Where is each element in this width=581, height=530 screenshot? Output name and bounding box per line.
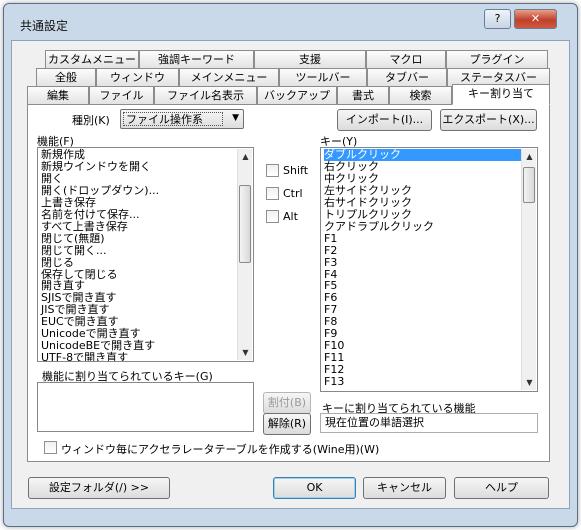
tab-search[interactable]: 検索 — [389, 86, 452, 104]
tab-format[interactable]: 書式 — [337, 86, 389, 104]
scroll-up-icon[interactable]: ▲ — [522, 149, 537, 164]
tab-edit[interactable]: 編集 — [27, 86, 89, 104]
key-function-field: 現在位置の単語選択 — [320, 413, 538, 433]
import-button[interactable]: インポート(I)... — [337, 109, 432, 131]
type-select-value: ファイル操作系 — [123, 112, 223, 126]
list-item[interactable]: F13 — [324, 376, 534, 388]
tab-key-assignment[interactable]: キー割り当て — [452, 84, 550, 105]
chevron-down-icon: ▼ — [232, 113, 239, 123]
list-item[interactable]: 新規ウインドウを開く — [41, 161, 250, 173]
list-item[interactable]: F9 — [324, 328, 534, 340]
list-item[interactable]: F2 — [324, 244, 534, 257]
key-list[interactable]: ダブルクリック 右クリック 中クリック 左サイドクリック 右サイドクリック トリプルクリッ… — [320, 147, 538, 392]
ctrl-checkbox[interactable] — [266, 187, 279, 200]
tab-general[interactable]: 全般 — [36, 68, 96, 86]
list-item[interactable]: クアドラプルクリック — [324, 220, 534, 233]
key-list-scrollbar[interactable]: ▲ ▼ — [521, 149, 536, 390]
tab-file[interactable]: ファイル — [89, 86, 154, 104]
list-item[interactable]: F1 — [324, 232, 534, 245]
key-list-items: ダブルクリック 右クリック 中クリック 左サイドクリック 右サイドクリック トリプルクリッ… — [321, 148, 537, 389]
list-item[interactable]: F4 — [324, 268, 534, 281]
tab-highlight-keywords[interactable]: 強調キーワード — [139, 50, 254, 68]
scroll-up-icon[interactable]: ▲ — [238, 149, 253, 164]
window-title: 共通設定 — [20, 19, 69, 33]
list-item[interactable]: F3 — [324, 256, 534, 269]
list-item[interactable]: F11 — [324, 352, 534, 364]
list-item[interactable]: F5 — [324, 280, 534, 292]
assigned-keys-list[interactable] — [37, 382, 254, 432]
list-item[interactable]: 上書き保存 — [41, 196, 250, 209]
scroll-thumb[interactable] — [239, 185, 251, 263]
tab-custom-menu[interactable]: カスタムメニュー — [45, 50, 139, 68]
export-button[interactable]: エクスポート(X)... — [440, 109, 537, 131]
accel-table-label: ウィンドウ毎にアクセラレータテーブルを作成する(Wine用)(W) — [61, 443, 380, 456]
scroll-thumb[interactable] — [523, 167, 535, 203]
tab-main-menu[interactable]: メインメニュー — [179, 68, 279, 86]
scroll-down-icon[interactable]: ▼ — [522, 375, 537, 390]
list-item[interactable]: F6 — [324, 292, 534, 304]
settings-folder-button[interactable]: 設定フォルダ(/) >> — [28, 477, 170, 499]
tab-macro[interactable]: マクロ — [366, 50, 446, 68]
help-button[interactable]: ヘルプ — [454, 477, 549, 499]
tab-tabbar[interactable]: タブバー — [367, 68, 447, 86]
list-item[interactable]: 閉じる — [41, 256, 250, 269]
tab-backup[interactable]: バックアップ — [257, 86, 337, 104]
shift-checkbox[interactable] — [266, 164, 279, 177]
close-icon: ✕ — [530, 12, 541, 25]
list-item[interactable]: F8 — [324, 316, 534, 328]
tab-toolbar[interactable]: ツールバー — [279, 68, 367, 86]
ok-button[interactable]: OK — [273, 477, 356, 499]
list-item[interactable]: 名前を付けて保存... — [41, 208, 250, 221]
tab-window[interactable]: ウィンドウ — [96, 68, 179, 86]
list-item[interactable]: トリプルクリック — [324, 208, 534, 221]
ctrl-label: Ctrl — [283, 187, 303, 200]
list-item[interactable]: 右サイドクリック — [324, 196, 534, 209]
list-item[interactable]: F7 — [324, 304, 534, 316]
scroll-down-icon[interactable]: ▼ — [238, 345, 253, 360]
function-list-items: 新規作成 新規ウインドウを開く 開く 開く(ドロップダウン)... 上書き保存 名前を付け… — [38, 148, 253, 361]
type-label: 種別(K) — [72, 114, 110, 127]
list-item[interactable]: F10 — [324, 340, 534, 352]
list-item[interactable]: UTF-8で開き直す — [41, 352, 250, 361]
cancel-button[interactable]: キャンセル — [363, 477, 446, 499]
list-item[interactable]: 閉じて開く... — [41, 244, 250, 257]
tab-filename-display[interactable]: ファイル名表示 — [154, 86, 257, 104]
help-title-button[interactable]: ? — [484, 9, 511, 29]
list-item[interactable]: すべて上書き保存 — [41, 220, 250, 233]
type-select[interactable]: ファイル操作系 ▼ — [120, 109, 244, 129]
tab-support[interactable]: 支援 — [254, 50, 366, 68]
assign-button[interactable]: 割付(B) — [263, 392, 311, 414]
list-item[interactable]: F12 — [324, 364, 534, 376]
function-list-scrollbar[interactable]: ▲ ▼ — [237, 149, 252, 360]
shift-label: Shift — [283, 164, 309, 177]
release-button[interactable]: 解除(R) — [263, 413, 311, 435]
accel-table-checkbox[interactable] — [44, 441, 57, 454]
alt-checkbox[interactable] — [266, 210, 279, 223]
list-item[interactable]: 閉じて(無題) — [41, 232, 250, 245]
tab-plugin[interactable]: プラグイン — [446, 50, 548, 68]
question-icon: ? — [494, 12, 501, 25]
alt-label: Alt — [283, 210, 298, 223]
function-list[interactable]: 新規作成 新規ウインドウを開く 開く 開く(ドロップダウン)... 上書き保存 名前を付け… — [37, 147, 254, 362]
close-button[interactable]: ✕ — [514, 9, 557, 29]
